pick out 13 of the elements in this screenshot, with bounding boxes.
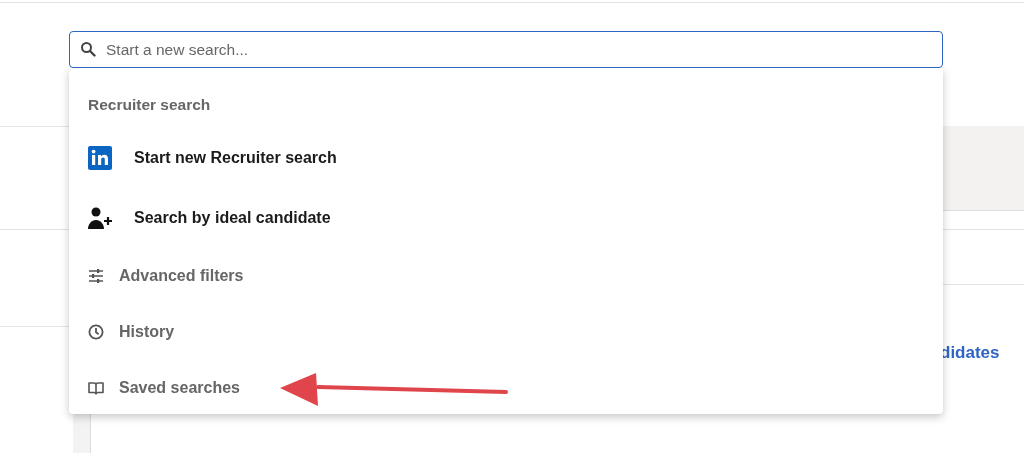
candidates-link[interactable]: didates xyxy=(940,343,1000,363)
menu-item[interactable]: Start new Recruiter search xyxy=(88,128,943,188)
linkedin-icon xyxy=(88,146,112,170)
search-field[interactable]: Start a new search... xyxy=(69,31,943,68)
sliders-icon xyxy=(88,268,104,284)
menu-item[interactable]: Saved searches xyxy=(88,360,943,416)
book-icon xyxy=(88,380,104,396)
menu-item[interactable]: History xyxy=(88,304,943,360)
menu-item[interactable]: Search by ideal candidate xyxy=(88,188,943,248)
menu-heading: Recruiter search xyxy=(88,96,212,114)
menu-item[interactable]: Advanced filters xyxy=(88,248,943,304)
add-person-icon xyxy=(88,206,112,230)
clock-icon xyxy=(88,324,104,340)
